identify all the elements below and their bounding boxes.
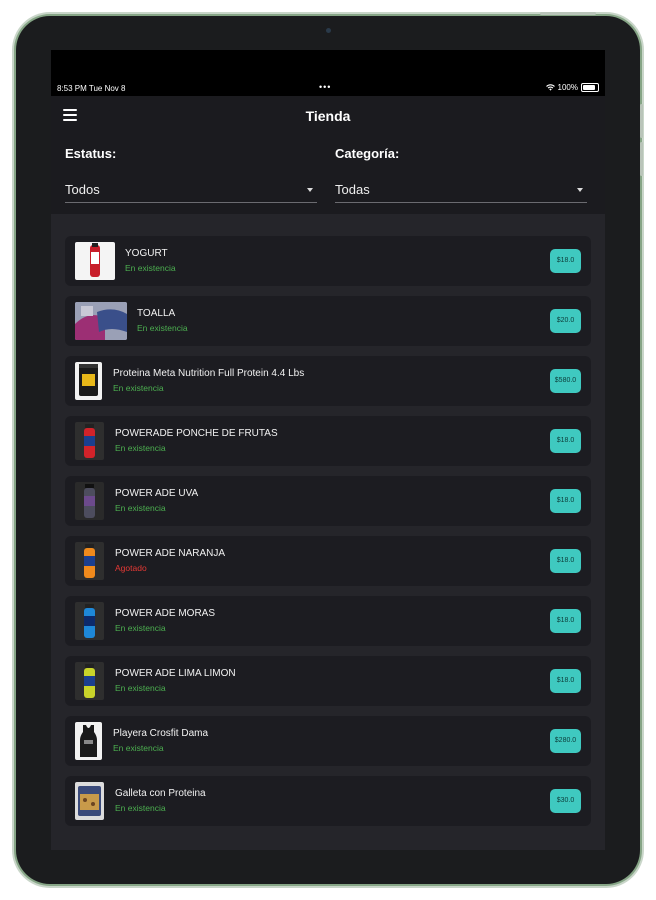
- category-filter: Categoría: Todas: [335, 146, 587, 203]
- price-button[interactable]: $280.0: [550, 729, 581, 753]
- status-select-value: Todos: [65, 182, 100, 197]
- tank-top-icon: [75, 722, 102, 760]
- product-status: En existencia: [115, 623, 166, 633]
- price-button[interactable]: $18.0: [550, 609, 581, 633]
- dropdown-arrow-icon: [307, 188, 313, 192]
- price-button[interactable]: $18.0: [550, 429, 581, 453]
- product-status: En existencia: [137, 323, 188, 333]
- product-status: En existencia: [115, 503, 166, 513]
- status-bar: 8:53 PM Tue Nov 8 ••• 100%: [51, 80, 605, 96]
- product-list: YOGURT En existencia $18.0 TOALLA En exi…: [51, 214, 605, 850]
- product-row[interactable]: POWER ADE NARANJA Agotado $18.0: [65, 536, 591, 586]
- category-select[interactable]: Todas: [335, 182, 587, 203]
- battery-percent: 100%: [557, 83, 578, 92]
- app-bar: Tienda: [51, 96, 605, 136]
- status-select[interactable]: Todos: [65, 182, 317, 203]
- protein-tub-icon: [75, 362, 102, 400]
- orange-bottle-icon: [75, 542, 104, 580]
- product-row[interactable]: TOALLA En existencia $20.0: [65, 296, 591, 346]
- category-select-value: Todas: [335, 182, 370, 197]
- product-name: Proteina Meta Nutrition Full Protein 4.4…: [113, 368, 305, 379]
- product-row[interactable]: POWER ADE MORAS En existencia $18.0: [65, 596, 591, 646]
- product-row[interactable]: Playera Crosfit Dama En existencia $280.…: [65, 716, 591, 766]
- status-filter-label: Estatus:: [65, 146, 117, 161]
- product-name: POWER ADE LIMA LIMON: [115, 668, 236, 679]
- product-name: POWERADE PONCHE DE FRUTAS: [115, 428, 278, 439]
- blue-bottle-icon: [75, 602, 104, 640]
- product-status: En existencia: [113, 383, 164, 393]
- yogurt-bottle-icon: [75, 242, 115, 280]
- wifi-icon: [545, 84, 555, 91]
- yellow-bottle-icon: [75, 662, 104, 700]
- towel-photo-icon: [75, 302, 127, 340]
- price-button[interactable]: $580.0: [550, 369, 581, 393]
- product-status: En existencia: [113, 743, 164, 753]
- product-name: Playera Crosfit Dama: [113, 728, 209, 739]
- category-filter-label: Categoría:: [335, 146, 400, 161]
- product-name: Galleta con Proteina: [115, 788, 206, 799]
- volume-button: [640, 104, 643, 138]
- volume-button: [640, 142, 643, 176]
- cookie-pack-icon: [75, 782, 104, 820]
- status-filter: Estatus: Todos: [65, 146, 317, 203]
- price-button[interactable]: $20.0: [550, 309, 581, 333]
- app-screen: 8:53 PM Tue Nov 8 ••• 100% Tienda Estatu…: [51, 50, 605, 850]
- product-row[interactable]: Galleta con Proteina En existencia $30.0: [65, 776, 591, 826]
- product-name: YOGURT: [125, 248, 168, 259]
- product-status: En existencia: [115, 683, 166, 693]
- price-button[interactable]: $18.0: [550, 249, 581, 273]
- status-time: 8:53 PM Tue Nov 8: [57, 84, 126, 93]
- red-bottle-icon: [75, 422, 104, 460]
- product-row[interactable]: POWERADE PONCHE DE FRUTAS En existencia …: [65, 416, 591, 466]
- product-row[interactable]: Proteina Meta Nutrition Full Protein 4.4…: [65, 356, 591, 406]
- product-status: En existencia: [125, 263, 176, 273]
- product-row[interactable]: YOGURT En existencia $18.0: [65, 236, 591, 286]
- product-row[interactable]: POWER ADE LIMA LIMON En existencia $18.0: [65, 656, 591, 706]
- price-button[interactable]: $30.0: [550, 789, 581, 813]
- product-status: En existencia: [115, 803, 166, 813]
- purple-bottle-icon: [75, 482, 104, 520]
- price-button[interactable]: $18.0: [550, 489, 581, 513]
- product-row[interactable]: POWER ADE UVA En existencia $18.0: [65, 476, 591, 526]
- product-name: POWER ADE MORAS: [115, 608, 216, 619]
- power-button: [540, 12, 596, 15]
- product-name: POWER ADE UVA: [115, 488, 199, 499]
- product-name: TOALLA: [137, 308, 176, 319]
- multitask-dots-icon[interactable]: •••: [319, 82, 331, 92]
- product-status: Agotado: [115, 563, 147, 573]
- front-camera: [326, 28, 331, 33]
- price-button[interactable]: $18.0: [550, 669, 581, 693]
- product-status: En existencia: [115, 443, 166, 453]
- price-button[interactable]: $18.0: [550, 549, 581, 573]
- battery-icon: [581, 83, 599, 92]
- page-title: Tienda: [305, 108, 351, 124]
- filters-panel: Estatus: Todos Categoría: Todas: [51, 136, 605, 214]
- status-right: 100%: [545, 83, 599, 92]
- product-name: POWER ADE NARANJA: [115, 548, 226, 559]
- dropdown-arrow-icon: [577, 188, 583, 192]
